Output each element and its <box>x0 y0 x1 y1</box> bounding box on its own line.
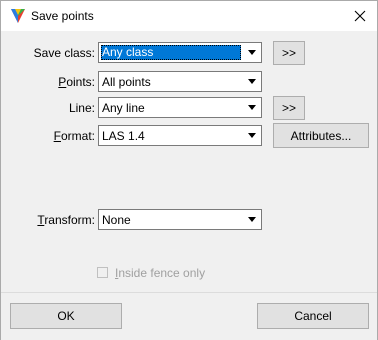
close-button[interactable] <box>343 1 377 31</box>
checkbox-box[interactable] <box>97 267 108 278</box>
save-class-select-button[interactable]: >> <box>273 41 305 65</box>
window-title: Save points <box>31 9 94 23</box>
chevron-down-icon[interactable] <box>243 98 261 117</box>
format-value: LAS 1.4 <box>102 129 145 143</box>
save-class-dropdown[interactable]: Any class <box>98 42 262 63</box>
line-dropdown[interactable]: Any line <box>98 97 262 118</box>
chevron-down-icon[interactable] <box>243 210 261 229</box>
transform-dropdown[interactable]: None <box>98 209 262 230</box>
save-points-dialog: Save points Save class: Any class >> Poi… <box>0 0 378 340</box>
chevron-down-icon[interactable] <box>243 126 261 145</box>
save-class-value: Any class <box>101 45 241 60</box>
line-select-button[interactable]: >> <box>273 96 305 120</box>
attributes-button[interactable]: Attributes... <box>273 123 369 148</box>
button-bar: OK Cancel <box>1 292 377 340</box>
line-value: Any line <box>102 101 145 115</box>
save-class-label: Save class: <box>33 46 95 60</box>
app-icon <box>11 9 25 23</box>
close-icon <box>354 10 366 22</box>
points-dropdown[interactable]: All points <box>98 71 262 92</box>
chevron-down-icon[interactable] <box>243 72 261 91</box>
transform-value: None <box>102 213 131 227</box>
points-label: Points: <box>58 75 95 89</box>
points-value: All points <box>102 75 151 89</box>
title-bar: Save points <box>1 1 377 31</box>
cancel-button[interactable]: Cancel <box>257 303 369 329</box>
format-dropdown[interactable]: LAS 1.4 <box>98 125 262 146</box>
format-label: Format: <box>53 129 95 143</box>
inside-fence-label: Inside fence only <box>115 266 206 280</box>
chevron-down-icon[interactable] <box>243 43 261 62</box>
transform-label: Transform: <box>37 213 95 227</box>
line-label: Line: <box>68 101 95 115</box>
ok-button[interactable]: OK <box>10 303 122 329</box>
